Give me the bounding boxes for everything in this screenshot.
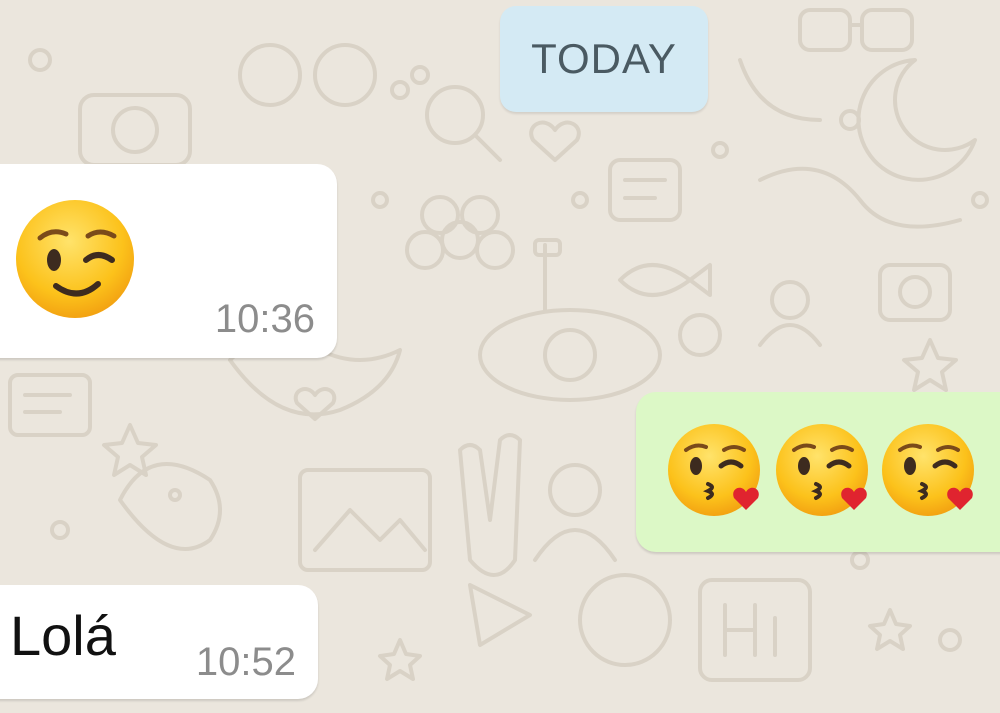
incoming-message-bubble[interactable]: Lolá 10:52 (0, 585, 318, 699)
message-timestamp: 10:36 (214, 297, 315, 341)
chat-area[interactable]: TODAY 10:36 Lolá 10:52 (0, 0, 1000, 713)
date-divider-label: TODAY (531, 35, 677, 82)
outgoing-message-bubble[interactable] (636, 392, 1000, 552)
face-blowing-a-kiss-emoji (776, 424, 868, 516)
date-divider: TODAY (500, 6, 708, 112)
message-text: Lolá (10, 604, 116, 667)
incoming-message-bubble[interactable]: 10:36 (0, 164, 337, 358)
face-blowing-a-kiss-emoji (668, 424, 760, 516)
message-timestamp: 10:52 (195, 640, 296, 684)
face-blowing-a-kiss-emoji (882, 424, 974, 516)
winking-face-emoji (16, 200, 134, 318)
